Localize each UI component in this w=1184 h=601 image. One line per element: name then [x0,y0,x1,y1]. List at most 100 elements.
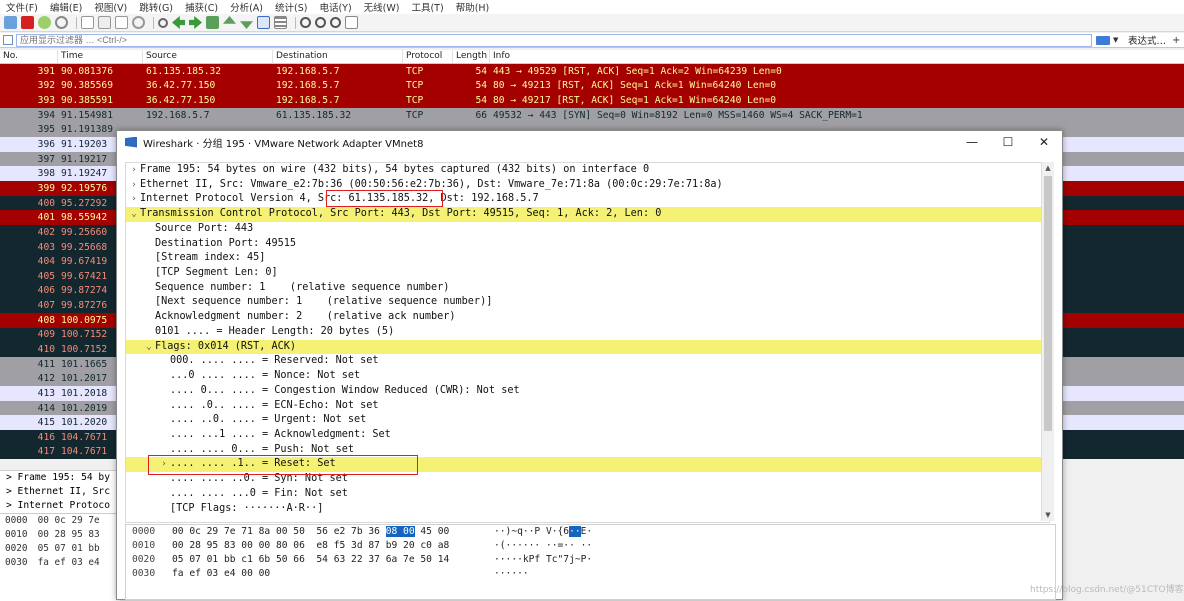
chevron-down-icon[interactable]: ⌄ [128,207,140,222]
tree-item[interactable]: [Stream index: 45] [126,251,1049,266]
column-header-length[interactable]: Length [453,50,490,63]
menu-item[interactable]: 分析(A) [224,0,269,14]
packet-row[interactable]: 392 90.385569 36.42.77.150 192.168.5.7 TCP 54… [0,78,1184,94]
save-file-icon[interactable] [98,16,111,29]
close-file-icon[interactable] [115,16,128,29]
chevron-down-icon[interactable]: ⌄ [143,340,155,355]
column-header-time[interactable]: Time [58,50,143,63]
column-header-destination[interactable]: Destination [273,50,403,63]
apply-filter-arrow-icon[interactable] [1096,35,1110,45]
add-filter-button[interactable]: + [1172,35,1180,46]
go-back-icon[interactable] [172,16,185,29]
last-packet-icon[interactable] [240,21,253,29]
menu-item[interactable]: 编辑(E) [44,0,88,14]
tree-item[interactable]: .... ..0. .... = Urgent: Not set [126,413,1049,428]
column-header-no[interactable]: No. [0,50,58,63]
maximize-button[interactable]: ☐ [990,135,1026,149]
hex-ascii[interactable]: ······ [492,567,529,581]
close-button[interactable]: ✕ [1026,135,1062,149]
chevron-down-icon[interactable]: ▼ [1113,36,1121,44]
menu-item[interactable]: 捕获(C) [179,0,224,14]
tree-item[interactable]: › Ethernet II, Src: Vmware_e2:7b:36 (00:5… [126,178,1049,193]
restart-capture-icon[interactable] [38,16,51,29]
tree-item[interactable]: Destination Port: 49515 [126,237,1049,252]
ascii-group: ·(······ ··=·· ·· [494,540,593,551]
tree-scrollbar[interactable]: ▲ ▼ [1041,162,1054,521]
tree-item[interactable]: .... .0.. .... = ECN-Echo: Not set [126,399,1049,414]
zoom-in-icon[interactable] [300,17,311,28]
display-filter-input[interactable] [16,33,1092,47]
expression-button[interactable]: 表达式… [1128,33,1166,47]
tree-item[interactable]: Sequence number: 1 (relative sequence nu… [126,281,1049,296]
hex-offset: 0000 [132,526,156,537]
tree-item[interactable]: > Ethernet II, Src [0,485,120,499]
capture-options-icon[interactable] [55,16,68,29]
tree-item[interactable]: [Next sequence number: 1 (relative seque… [126,295,1049,310]
colorize-icon[interactable] [274,16,287,29]
zoom-normal-icon[interactable] [330,17,341,28]
menu-item[interactable]: 无线(W) [358,0,406,14]
bookmark-icon[interactable] [3,35,13,45]
tree-item[interactable]: .... 0... .... = Congestion Window Reduc… [126,384,1049,399]
tree-item[interactable]: Acknowledgment number: 2 (relative ack n… [126,310,1049,325]
chevron-right-icon[interactable]: › [128,192,140,207]
hex-ascii[interactable]: ·(······ ··=·· ·· [492,539,592,553]
tree-item[interactable]: ...0 .... .... = Nonce: Not set [126,369,1049,384]
tree-item[interactable]: 000. .... .... = Reserved: Not set [126,354,1049,369]
column-header-info[interactable]: Info [490,50,1184,63]
tree-item[interactable]: > Frame 195: 54 by [0,471,120,485]
first-packet-icon[interactable] [223,16,236,24]
tree-item[interactable]: › Internet Protocol Version 4, Src: 61.13… [126,192,1049,207]
menu-item[interactable]: 文件(F) [0,0,44,14]
scroll-down-icon[interactable]: ▼ [1042,509,1054,521]
scroll-up-icon[interactable]: ▲ [1042,162,1054,174]
tree-item[interactable]: › Frame 195: 54 bytes on wire (432 bits),… [126,163,1049,178]
menu-item[interactable]: 电话(Y) [313,0,357,14]
chevron-right-icon[interactable]: › [128,163,140,178]
open-file-icon[interactable] [81,16,94,29]
hex-offset: 0030 [5,557,28,568]
resize-columns-icon[interactable] [345,16,358,29]
tree-item[interactable]: [TCP Flags: ·······A·R··] [126,502,1049,517]
go-forward-icon[interactable] [189,16,202,29]
column-header-source[interactable]: Source [143,50,273,63]
tree-item[interactable]: ⌄ Flags: 0x014 (RST, ACK) [126,339,1049,355]
packet-time: 90.385569 [61,80,113,92]
packet-source: 36.42.77.150 [146,95,216,107]
tree-item[interactable]: 0101 .... = Header Length: 20 bytes (5) [126,325,1049,340]
packet-row[interactable]: 393 90.385591 36.42.77.150 192.168.5.7 TCP 54… [0,93,1184,108]
reload-icon[interactable] [132,16,145,29]
tree-item-label: [Next sequence number: 1 (relative seque… [155,296,493,308]
hex-bytes[interactable]: 00 28 95 83 00 00 80 06 e8 f5 3d 87 b9 2… [166,539,492,553]
packet-row[interactable]: 391 90.081376 61.135.185.32 192.168.5.7 TCP 5… [0,64,1184,79]
menu-item[interactable]: 帮助(H) [450,0,496,14]
column-header-protocol[interactable]: Protocol [403,50,453,63]
hex-ascii[interactable]: ··)~q··P V·{6··E· [492,525,592,539]
tree-item[interactable]: Source Port: 443 [126,222,1049,237]
main-toolbar [0,14,1184,32]
tree-item-label: Frame 195: 54 bytes on wire (432 bits), … [140,164,650,175]
minimize-button[interactable]: — [954,135,990,149]
hex-ascii[interactable]: ·····kPf Tc"7j~P· [492,553,592,567]
tree-item[interactable]: ⌄ Transmission Control Protocol, Src Port… [126,207,1049,222]
scrollbar-thumb[interactable] [1044,176,1052,431]
tree-item[interactable]: .... ...1 .... = Acknowledgment: Set [126,428,1049,443]
menu-item[interactable]: 工具(T) [405,0,449,14]
hex-bytes[interactable]: 05 07 01 bb c1 6b 50 66 54 63 22 37 6a 7… [166,553,492,567]
tree-item[interactable]: [TCP Segment Len: 0] [126,266,1049,281]
hex-bytes[interactable]: fa ef 03 e4 00 00 [166,567,492,581]
menu-item[interactable]: 跳转(G) [133,0,179,14]
shark-fin-start-icon[interactable] [4,16,17,29]
find-packet-icon[interactable] [158,17,168,28]
packet-row[interactable]: 394 91.154981 192.168.5.7 61.135.185.32 TCP 6… [0,107,1184,123]
chevron-right-icon[interactable]: › [128,178,140,193]
menu-item[interactable]: 视图(V) [88,0,133,14]
go-to-packet-icon[interactable] [206,16,219,29]
hex-bytes[interactable]: 00 0c 29 7e 71 8a 00 50 56 e2 7b 36 08 0… [166,525,492,539]
tree-item[interactable]: > Internet Protoco [0,499,120,513]
menu-item[interactable]: 统计(S) [269,0,313,14]
stop-capture-icon[interactable] [21,16,34,29]
autoscroll-icon[interactable] [257,16,270,29]
tree-item[interactable]: .... .... ...0 = Fin: Not set [126,487,1049,502]
zoom-out-icon[interactable] [315,17,326,28]
